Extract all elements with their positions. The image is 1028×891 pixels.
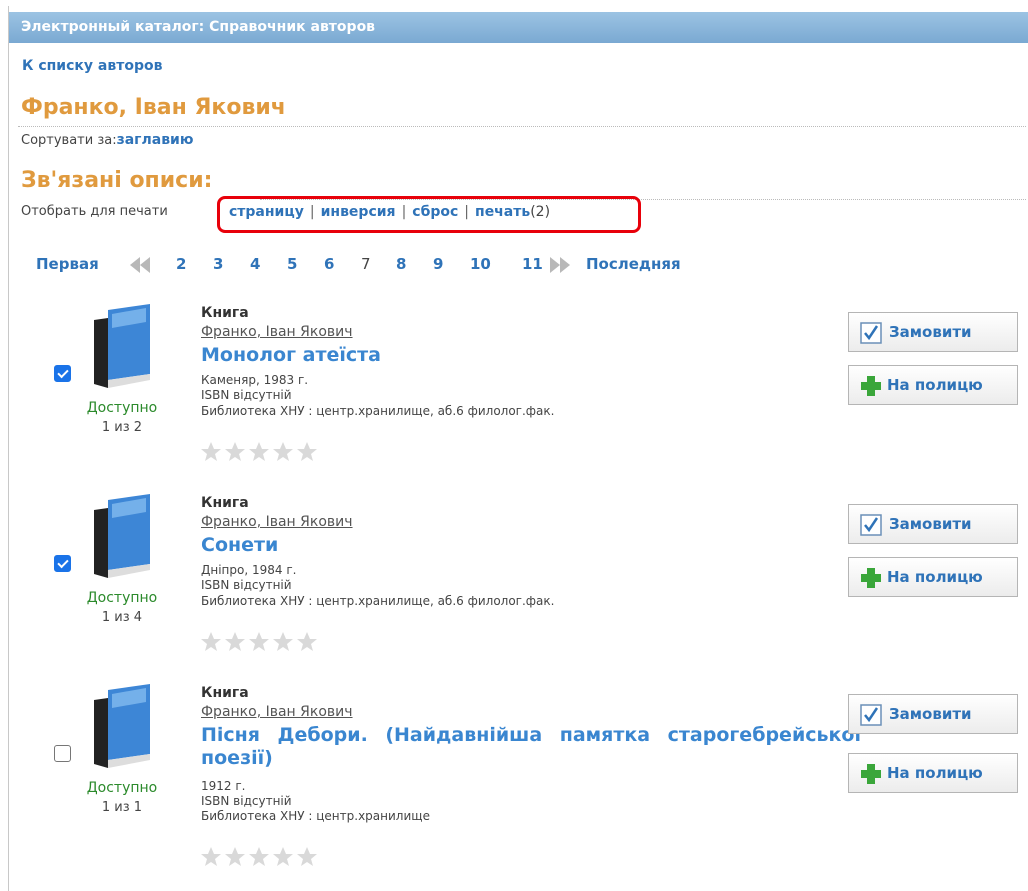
select-checkbox[interactable] bbox=[54, 555, 71, 572]
rating-stars[interactable] bbox=[199, 440, 329, 464]
page-link-10[interactable]: 10 bbox=[470, 255, 491, 273]
back-to-authors-link[interactable]: К списку авторов bbox=[22, 58, 162, 74]
record-publisher: Каменяр, 1983 г. bbox=[201, 373, 309, 387]
add-to-shelf-button-label: На полицю bbox=[887, 764, 983, 782]
order-button-label: Замовити bbox=[889, 515, 972, 533]
record-isbn: ISBN відсутній bbox=[201, 794, 292, 808]
divider bbox=[18, 126, 1026, 127]
book-icon[interactable] bbox=[88, 492, 166, 578]
sort-row: Сортувати за:заглавию bbox=[21, 132, 193, 148]
copies-count: 1 из 2 bbox=[101, 420, 143, 435]
select-checkbox[interactable] bbox=[54, 365, 71, 382]
availability-status: Доступно bbox=[86, 780, 158, 796]
record-item: Доступно 1 из 4 Книга Франко, Іван Якови… bbox=[0, 492, 1028, 672]
order-button-label: Замовити bbox=[889, 323, 972, 341]
previous-arrow-icon[interactable] bbox=[128, 256, 152, 274]
order-button[interactable]: Замовити bbox=[848, 312, 1018, 352]
inverse-selection-link[interactable]: инверсия bbox=[321, 204, 396, 220]
book-icon[interactable] bbox=[88, 682, 166, 768]
record-location: Библиотека ХНУ : центр.хранилище, аб.6 ф… bbox=[201, 404, 555, 418]
page-link-8[interactable]: 8 bbox=[396, 255, 406, 273]
add-to-shelf-button[interactable]: На полицю bbox=[848, 753, 1018, 793]
record-location: Библиотека ХНУ : центр.хранилище bbox=[201, 809, 430, 823]
copies-count: 1 из 4 bbox=[101, 610, 143, 625]
record-isbn: ISBN відсутній bbox=[201, 578, 292, 592]
record-item: Доступно 1 из 1 Книга Франко, Іван Якови… bbox=[0, 682, 1028, 866]
page-link-11[interactable]: 11 bbox=[522, 255, 543, 273]
catalog-title-bar: Электронный каталог: Справочник авторов bbox=[9, 12, 1028, 43]
select-checkbox[interactable] bbox=[54, 745, 71, 762]
availability-status: Доступно bbox=[86, 400, 158, 416]
record-title-link[interactable]: Монолог атеїста bbox=[201, 344, 381, 366]
record-location: Библиотека ХНУ : центр.хранилище, аб.6 ф… bbox=[201, 594, 555, 608]
availability-status: Доступно bbox=[86, 590, 158, 606]
separator: | bbox=[309, 204, 315, 220]
rating-stars[interactable] bbox=[199, 630, 329, 654]
plus-icon bbox=[861, 764, 881, 784]
next-arrow-icon[interactable] bbox=[548, 256, 572, 274]
order-button-label: Замовити bbox=[889, 705, 972, 723]
related-records-heading: Зв'язані описи: bbox=[21, 168, 213, 193]
record-title-link[interactable]: Сонети bbox=[201, 534, 278, 556]
checkbox-icon bbox=[860, 514, 882, 536]
record-publisher: Дніпро, 1984 г. bbox=[201, 563, 297, 577]
record-author-link[interactable]: Франко, Іван Якович bbox=[201, 704, 353, 720]
first-page-link[interactable]: Первая bbox=[36, 255, 99, 273]
order-button[interactable]: Замовити bbox=[848, 504, 1018, 544]
add-to-shelf-button[interactable]: На полицю bbox=[848, 557, 1018, 597]
print-links: страницу | инверсия | сброс | печать(2) bbox=[229, 204, 550, 220]
current-page: 7 bbox=[361, 255, 371, 273]
page-link-9[interactable]: 9 bbox=[433, 255, 443, 273]
plus-icon bbox=[861, 568, 881, 588]
separator: | bbox=[464, 204, 470, 220]
separator: | bbox=[401, 204, 407, 220]
book-icon[interactable] bbox=[88, 302, 166, 388]
record-publisher: 1912 г. bbox=[201, 779, 246, 793]
checkbox-icon bbox=[860, 704, 882, 726]
record-type: Книга bbox=[201, 495, 249, 511]
author-heading: Франко, Іван Якович bbox=[21, 95, 286, 120]
print-link[interactable]: печать bbox=[475, 204, 530, 220]
add-to-shelf-button-label: На полицю bbox=[887, 568, 983, 586]
record-item: Доступно 1 из 2 Книга Франко, Іван Якови… bbox=[0, 302, 1028, 482]
page-link-4[interactable]: 4 bbox=[250, 255, 260, 273]
last-page-link[interactable]: Последняя bbox=[586, 255, 681, 273]
add-to-shelf-button-label: На полицю bbox=[887, 376, 983, 394]
reset-selection-link[interactable]: сброс bbox=[412, 204, 458, 220]
sort-label: Сортувати за: bbox=[21, 133, 117, 148]
page-link-2[interactable]: 2 bbox=[176, 255, 186, 273]
record-author-link[interactable]: Франко, Іван Якович bbox=[201, 324, 353, 340]
sort-by-title-link[interactable]: заглавию bbox=[117, 132, 194, 148]
select-page-link[interactable]: страницу bbox=[229, 204, 304, 220]
record-title-link[interactable]: Пісня Дебори. (Найдавнійша памятка старо… bbox=[201, 724, 861, 770]
record-type: Книга bbox=[201, 305, 249, 321]
checkbox-icon bbox=[860, 322, 882, 344]
add-to-shelf-button[interactable]: На полицю bbox=[848, 365, 1018, 405]
record-type: Книга bbox=[201, 685, 249, 701]
plus-icon bbox=[861, 376, 881, 396]
print-count: (2) bbox=[530, 204, 551, 220]
copies-count: 1 из 1 bbox=[101, 800, 143, 815]
record-author-link[interactable]: Франко, Іван Якович bbox=[201, 514, 353, 530]
page-link-5[interactable]: 5 bbox=[287, 255, 297, 273]
print-select-label: Отобрать для печати bbox=[21, 204, 168, 219]
page-link-6[interactable]: 6 bbox=[324, 255, 334, 273]
order-button[interactable]: Замовити bbox=[848, 694, 1018, 734]
record-isbn: ISBN відсутній bbox=[201, 388, 292, 402]
rating-stars[interactable] bbox=[199, 845, 329, 869]
page-link-3[interactable]: 3 bbox=[213, 255, 223, 273]
